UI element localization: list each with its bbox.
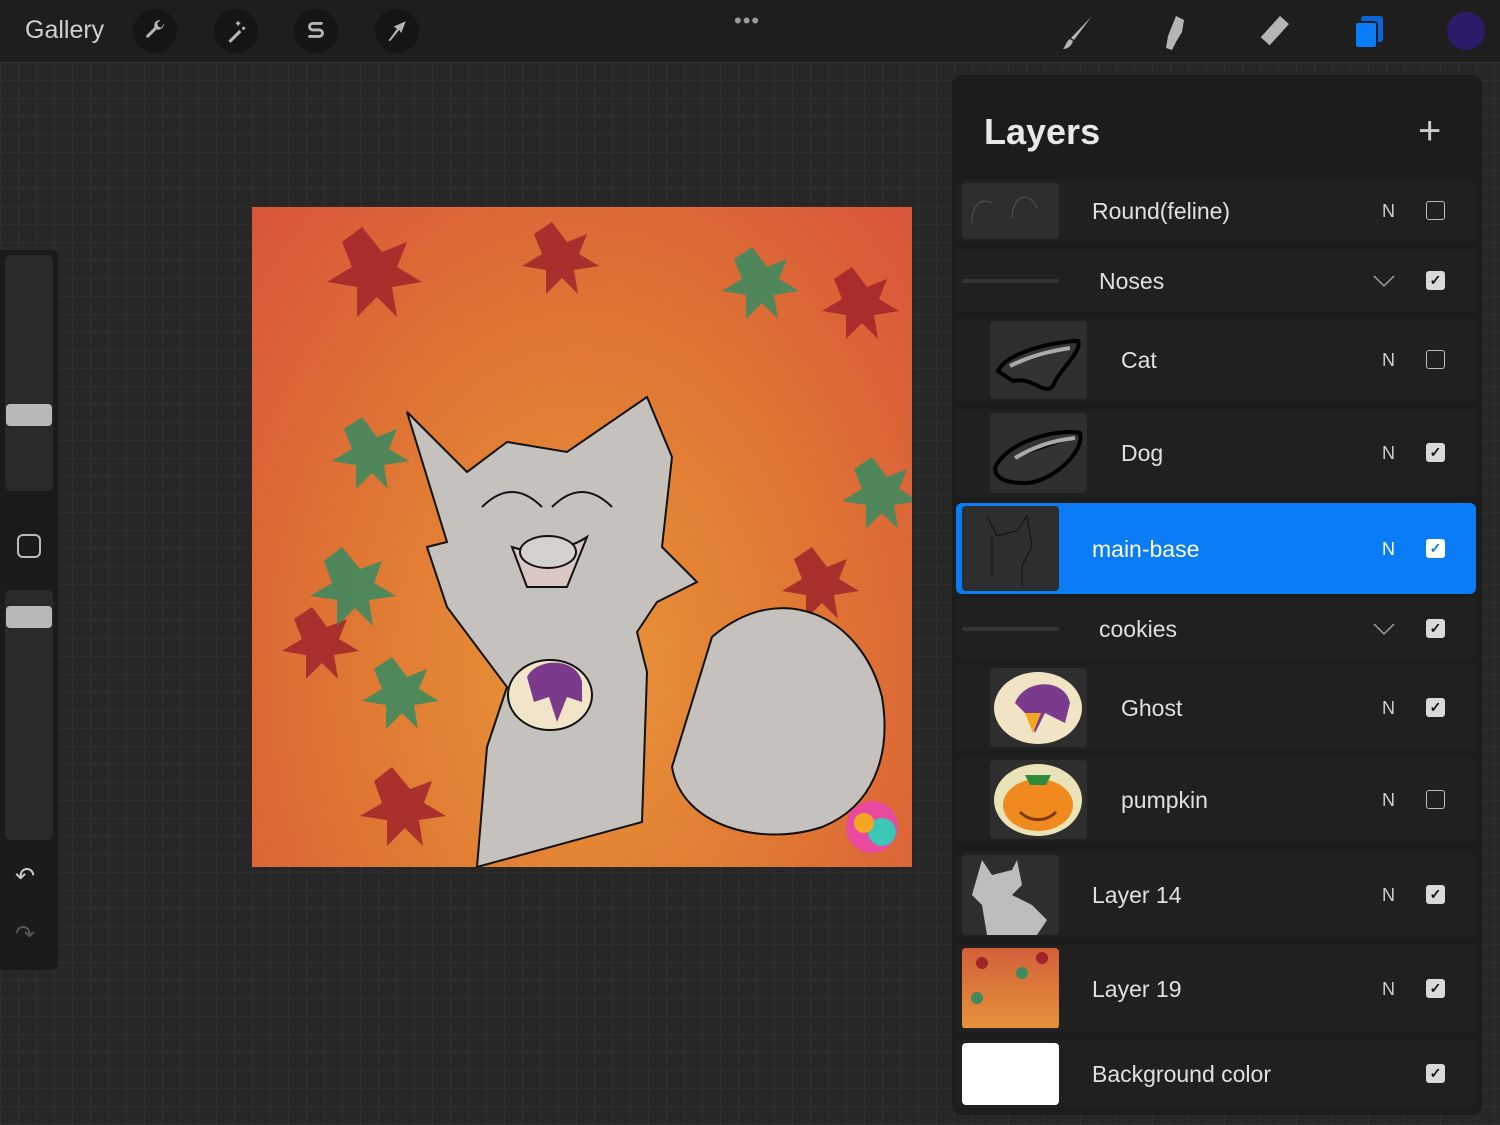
blend-mode-button[interactable]: N — [1382, 790, 1395, 811]
layer-name: Background color — [1092, 1061, 1271, 1087]
blend-mode-button[interactable]: N — [1382, 885, 1395, 906]
layer-row-ghost[interactable]: Ghost N ✓ — [956, 665, 1476, 750]
group-indicator — [962, 627, 1059, 631]
visibility-checkbox[interactable]: ✓ — [1426, 1064, 1445, 1083]
layer-thumbnail[interactable] — [990, 668, 1087, 747]
color-swatch-button[interactable] — [1447, 12, 1485, 50]
layer-row-noses[interactable]: Noses ✓ — [956, 250, 1476, 312]
chevron-down-icon[interactable] — [1372, 617, 1396, 641]
layer-thumbnail[interactable] — [990, 760, 1087, 839]
layer-name: Round(feline) — [1092, 198, 1231, 224]
more-options-button[interactable]: ••• — [734, 8, 760, 34]
wrench-icon[interactable] — [133, 9, 177, 53]
layer-thumbnail[interactable] — [962, 183, 1059, 239]
layer-row-cookies[interactable]: cookies ✓ — [956, 598, 1476, 660]
layer-name: main-base — [1092, 535, 1200, 562]
layer-row-layer-14[interactable]: Layer 14 N ✓ — [956, 852, 1476, 938]
layer-row-dog[interactable]: Dog N ✓ — [956, 410, 1476, 496]
smudge-icon[interactable] — [1152, 10, 1196, 54]
layers-icon[interactable] — [1347, 10, 1391, 54]
artwork-illustration — [282, 222, 912, 867]
transform-arrow-icon[interactable] — [375, 9, 419, 53]
magic-wand-icon[interactable] — [214, 9, 258, 53]
opacity-handle[interactable] — [6, 606, 52, 628]
eraser-icon[interactable] — [1250, 10, 1294, 54]
layer-row-main-base[interactable]: main-base N ✓ — [956, 503, 1476, 594]
layer-row-round-feline-[interactable]: Round(feline) N — [956, 180, 1476, 242]
modify-button[interactable] — [17, 534, 41, 558]
layer-row-background-color[interactable]: Background color ✓ — [956, 1040, 1476, 1108]
layers-panel: Layers + Round(feline) N Noses ✓ Cat N Dog N ✓ ma… — [952, 75, 1482, 1115]
blend-mode-button[interactable]: N — [1382, 539, 1395, 560]
visibility-checkbox[interactable]: ✓ — [1426, 697, 1445, 717]
layer-name: Cat — [1121, 347, 1157, 373]
add-layer-button[interactable]: + — [1418, 111, 1441, 151]
artwork-canvas[interactable] — [252, 207, 912, 867]
visibility-checkbox[interactable] — [1426, 201, 1445, 220]
layer-thumbnail[interactable] — [962, 506, 1059, 591]
layer-name: pumpkin — [1121, 786, 1208, 813]
layer-thumbnail[interactable] — [990, 413, 1087, 493]
blend-mode-button[interactable]: N — [1382, 201, 1395, 222]
layer-thumbnail[interactable] — [962, 948, 1059, 1029]
brush-icon[interactable] — [1056, 10, 1100, 54]
layer-row-cat[interactable]: Cat N — [956, 318, 1476, 402]
brush-size-slider[interactable] — [5, 255, 53, 491]
blend-mode-button[interactable]: N — [1382, 443, 1395, 464]
undo-icon[interactable]: ↶ — [15, 862, 35, 891]
layer-name: Dog — [1121, 440, 1164, 466]
layer-thumbnail[interactable] — [962, 855, 1059, 935]
group-indicator — [962, 279, 1059, 283]
blend-mode-button[interactable]: N — [1382, 698, 1395, 719]
layer-thumbnail[interactable] — [962, 1043, 1059, 1105]
visibility-checkbox[interactable]: ✓ — [1426, 538, 1445, 558]
visibility-checkbox[interactable] — [1426, 350, 1445, 369]
blend-mode-button[interactable]: N — [1382, 350, 1395, 371]
redo-icon[interactable]: ↷ — [15, 920, 35, 949]
layer-row-pumpkin[interactable]: pumpkin N — [956, 757, 1476, 842]
visibility-checkbox[interactable]: ✓ — [1426, 885, 1445, 904]
visibility-checkbox[interactable]: ✓ — [1426, 443, 1445, 462]
gallery-button[interactable]: Gallery — [25, 16, 104, 45]
visibility-checkbox[interactable]: ✓ — [1426, 978, 1445, 998]
group-name: cookies — [1099, 616, 1177, 642]
brush-size-handle[interactable] — [6, 404, 52, 426]
layer-name: Layer 19 — [1092, 975, 1182, 1002]
layer-row-layer-19[interactable]: Layer 19 N ✓ — [956, 945, 1476, 1032]
layers-title: Layers — [984, 111, 1101, 152]
visibility-checkbox[interactable]: ✓ — [1426, 271, 1445, 290]
left-sidebar: ↶ ↷ — [0, 250, 58, 970]
selection-icon[interactable] — [294, 9, 338, 53]
layer-name: Layer 14 — [1092, 882, 1182, 908]
blend-mode-button[interactable]: N — [1382, 979, 1395, 1000]
chevron-down-icon[interactable] — [1372, 269, 1396, 293]
visibility-checkbox[interactable] — [1426, 789, 1445, 809]
visibility-checkbox[interactable]: ✓ — [1426, 619, 1445, 638]
layer-name: Ghost — [1121, 694, 1183, 721]
layer-thumbnail[interactable] — [990, 321, 1087, 399]
group-name: Noses — [1099, 268, 1165, 294]
top-toolbar: Gallery ••• — [0, 0, 1500, 62]
